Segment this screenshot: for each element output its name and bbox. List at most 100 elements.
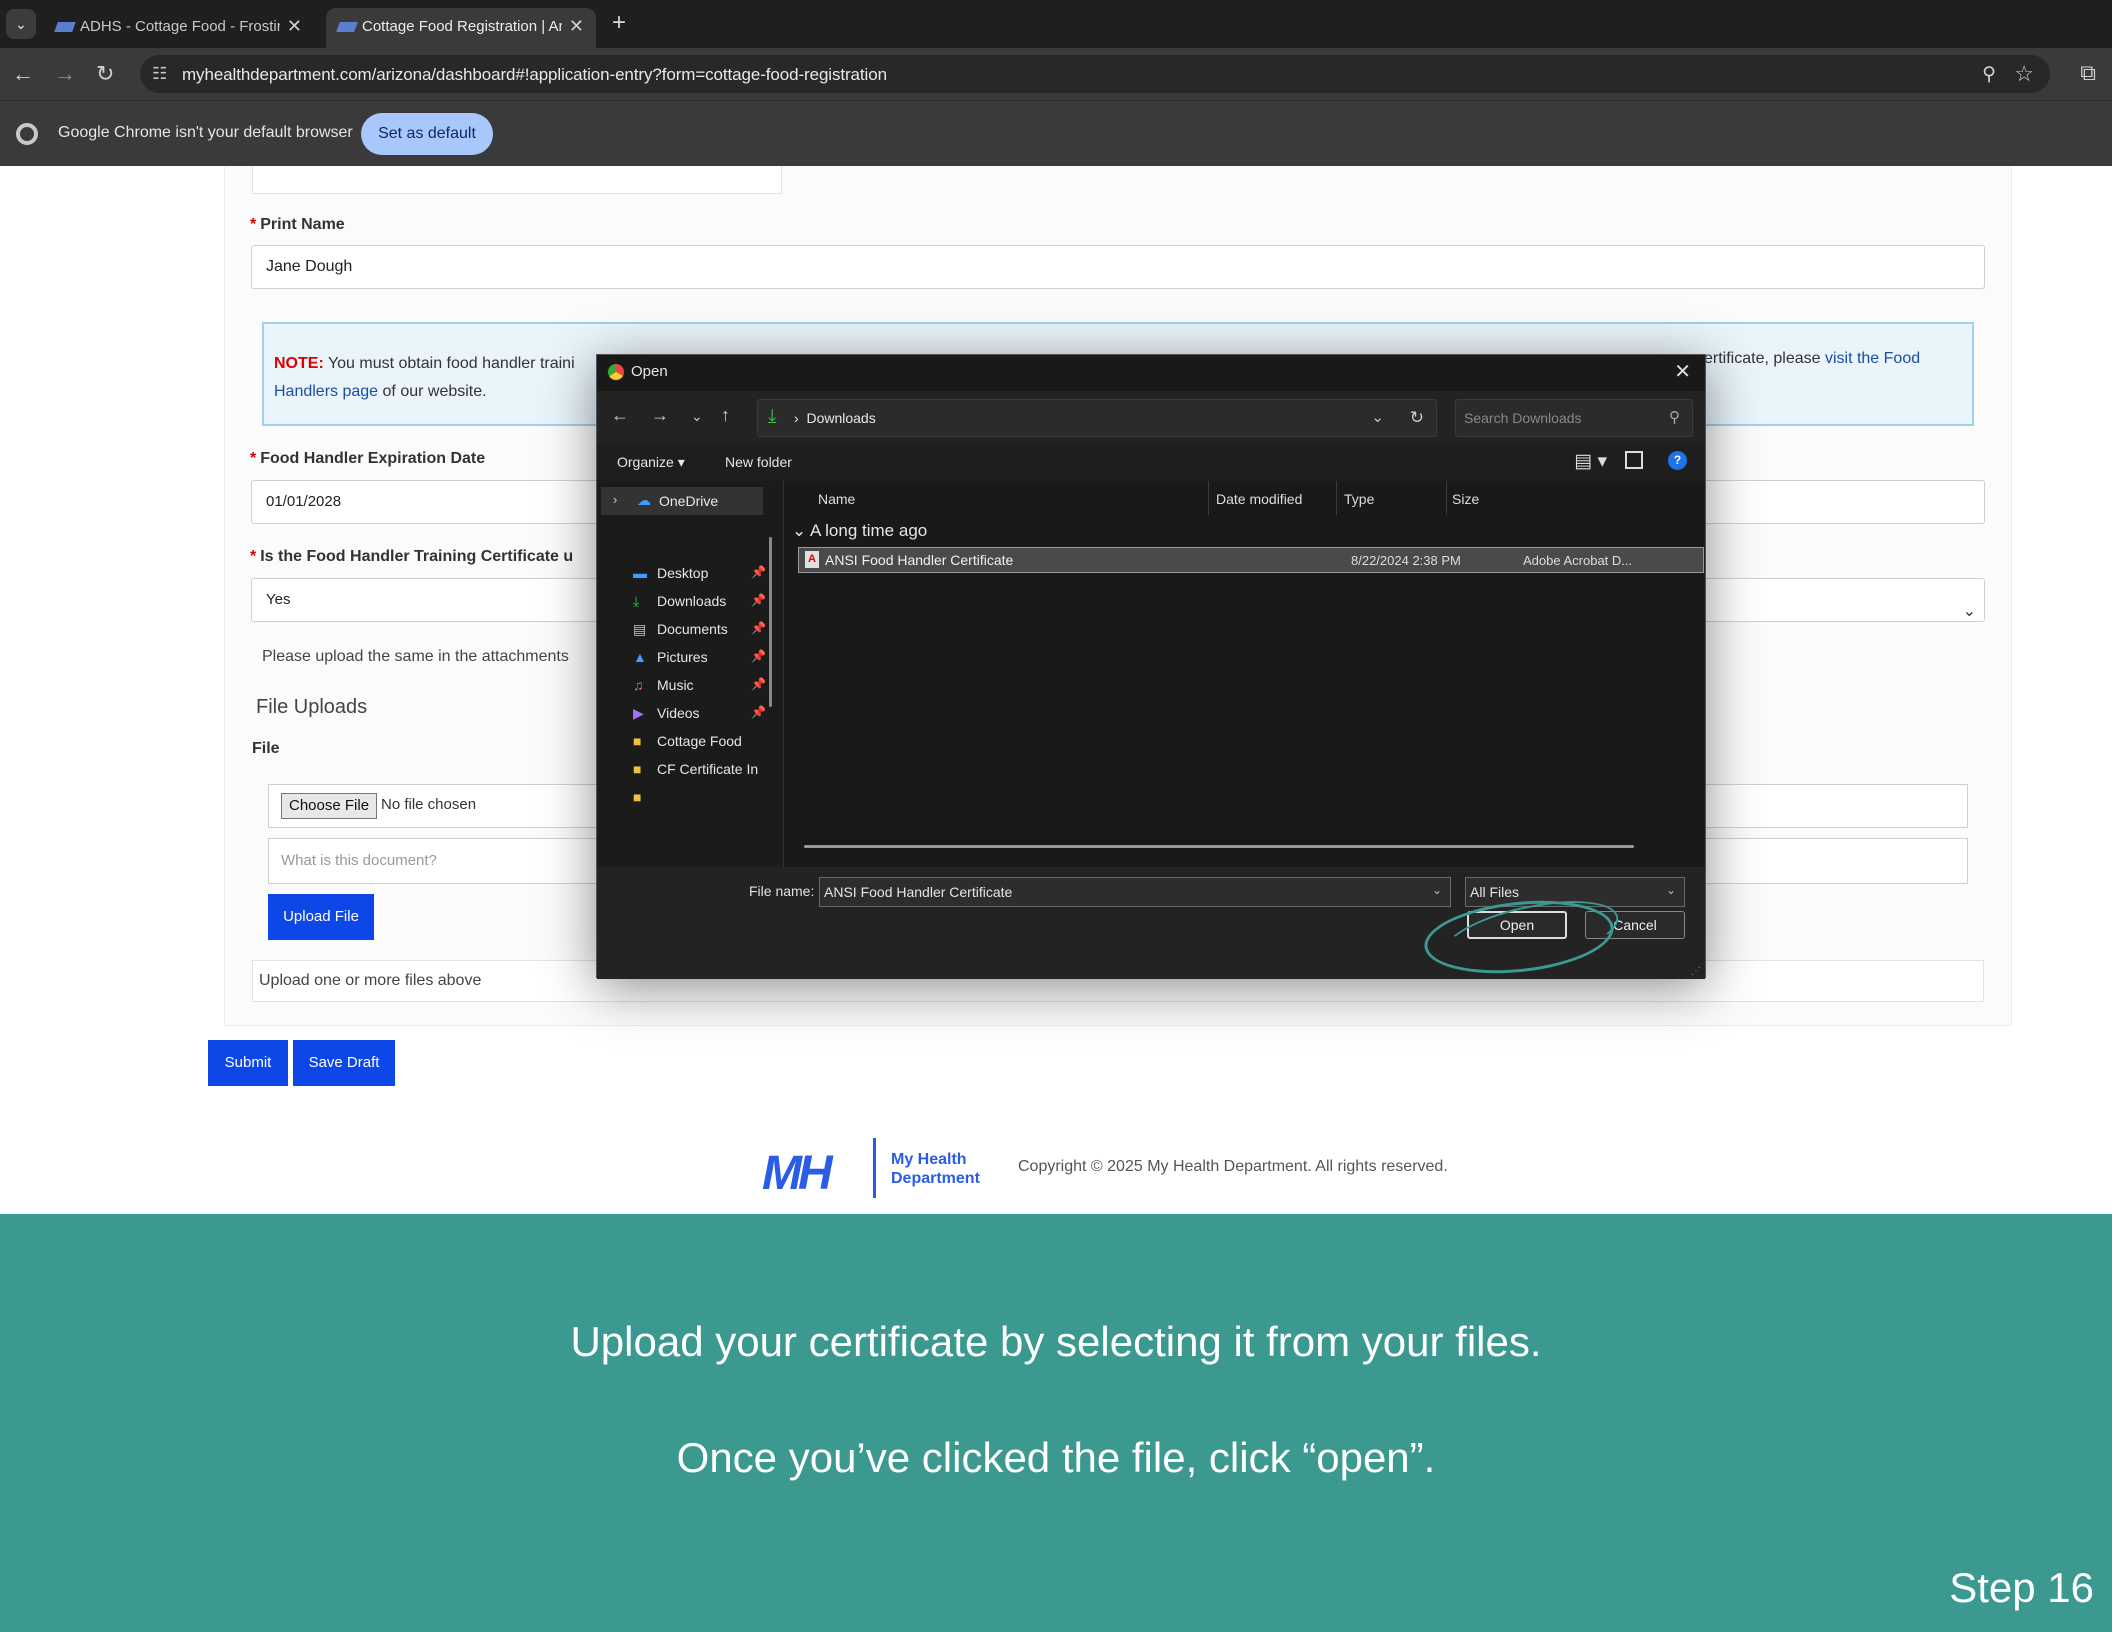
column-header-name[interactable]: Name: [818, 491, 855, 507]
visit-food-handlers-link[interactable]: visit the Food: [1825, 350, 1920, 367]
forward-arrow-icon[interactable]: →: [651, 405, 669, 426]
tab-title: ADHS - Cottage Food - Frosting: [80, 18, 280, 35]
previous-field[interactable]: [252, 166, 782, 194]
reload-icon[interactable]: ↻: [96, 61, 114, 87]
sidebar-item-desktop[interactable]: ▬ Desktop 📌: [633, 565, 783, 593]
address-bar[interactable]: ☷ myhealthdepartment.com/arizona/dashboa…: [140, 55, 2050, 93]
folder-icon: ■: [633, 733, 642, 749]
save-draft-button[interactable]: Save Draft: [293, 1040, 395, 1086]
chevron-down-icon: ⌄: [1665, 883, 1676, 897]
close-icon[interactable]: ✕: [1674, 359, 1691, 384]
forward-arrow-icon[interactable]: →: [54, 61, 76, 87]
instruction-line-2: Once you’ve clicked the file, click “ope…: [676, 1434, 1436, 1481]
pin-icon: 📌: [751, 649, 766, 663]
extensions-puzzle-icon[interactable]: ⧉: [2080, 60, 2096, 86]
tab-title: Cottage Food Registration | Ari: [362, 18, 562, 35]
pin-icon: 📌: [751, 621, 766, 635]
sidebar-item-music[interactable]: ♫ Music 📌: [633, 677, 783, 705]
column-header-size[interactable]: Size: [1452, 491, 1479, 507]
file-group-header[interactable]: ⌄ A long time ago: [792, 521, 927, 541]
file-name-input[interactable]: ANSI Food Handler Certificate ⌄: [819, 877, 1451, 907]
column-separator[interactable]: [1208, 481, 1209, 515]
close-icon[interactable]: ✕: [569, 16, 584, 37]
footer-brand-name: My Health Department: [891, 1151, 980, 1187]
expiration-date-label: * Food Handler Expiration Date: [250, 450, 486, 467]
column-separator[interactable]: [1336, 481, 1337, 515]
sidebar-item-cf-certificate[interactable]: ■ CF Certificate In: [633, 761, 783, 789]
new-folder-button[interactable]: New folder: [725, 454, 792, 470]
path-breadcrumb[interactable]: ⤓ › Downloads ⌄ ↻: [757, 399, 1437, 437]
browser-toolbar: ← → ↻ ☷ myhealthdepartment.com/arizona/d…: [0, 48, 2112, 100]
back-arrow-icon[interactable]: ←: [12, 61, 34, 87]
dialog-command-bar: Organize ▾ New folder ▤ ▾ ?: [597, 443, 1705, 481]
upload-file-button[interactable]: Upload File: [268, 894, 374, 940]
print-name-input[interactable]: Jane Dough: [251, 245, 1985, 289]
sidebar-item-cottage-food[interactable]: ■ Cottage Food: [633, 733, 783, 761]
sidebar-item-pictures[interactable]: ▲ Pictures 📌: [633, 649, 783, 677]
chevron-down-icon: ⌄: [792, 521, 811, 540]
help-icon[interactable]: ?: [1668, 451, 1687, 470]
site-info-icon[interactable]: ☷: [152, 64, 167, 84]
sidebar-item-downloads[interactable]: ⤓ Downloads 📌: [633, 593, 783, 621]
column-separator[interactable]: [1446, 481, 1447, 515]
training-certificate-question: * Is the Food Handler Training Certificat…: [250, 548, 574, 565]
up-arrow-icon[interactable]: ↑: [721, 405, 730, 426]
instruction-line-1: Upload your certificate by selecting it …: [570, 1318, 1542, 1365]
preview-pane-icon[interactable]: [1625, 451, 1643, 469]
breadcrumb-downloads[interactable]: › Downloads: [794, 410, 876, 426]
zoom-icon[interactable]: ⚲: [1982, 63, 1996, 86]
upload-same-hint: Please upload the same in the attachment…: [262, 648, 569, 665]
sidebar-item-documents[interactable]: ▤ Documents 📌: [633, 621, 783, 649]
file-list: Name Date modified Type Size ⌄ A long ti…: [783, 481, 1705, 867]
default-browser-infobar: Google Chrome isn't your default browser…: [0, 100, 2112, 166]
set-as-default-button[interactable]: Set as default: [361, 113, 493, 155]
pin-icon: 📌: [751, 677, 766, 691]
note-prefix: NOTE:: [274, 355, 324, 372]
file-name: ANSI Food Handler Certificate: [825, 552, 1014, 568]
tab-cottage-food-registration[interactable]: Cottage Food Registration | Ari ✕: [326, 8, 596, 48]
sidebar-item-videos[interactable]: ▶ Videos 📌: [633, 705, 783, 733]
choose-file-button[interactable]: Choose File: [281, 793, 378, 819]
refresh-icon[interactable]: ↻: [1410, 408, 1424, 428]
chevron-down-icon[interactable]: ⌄: [1371, 408, 1384, 426]
file-row-ansi-certificate[interactable]: A ANSI Food Handler Certificate 8/22/202…: [798, 547, 1704, 573]
chevron-down-icon[interactable]: ⌄: [1432, 883, 1442, 897]
file-label: File: [252, 740, 280, 757]
food-handlers-page-link[interactable]: Handlers page: [274, 383, 378, 400]
pin-icon: 📌: [751, 593, 766, 607]
bookmark-star-icon[interactable]: ☆: [2014, 61, 2034, 87]
sidebar-scrollbar[interactable]: [769, 537, 772, 707]
back-arrow-icon[interactable]: ←: [611, 405, 629, 426]
new-tab-button[interactable]: +: [612, 9, 626, 37]
close-icon[interactable]: ✕: [287, 16, 302, 37]
tab-search-button[interactable]: ⌄: [6, 9, 36, 39]
organize-menu[interactable]: Organize ▾: [617, 454, 685, 471]
download-icon: ⤓: [768, 406, 777, 427]
instruction-panel: Upload your certificate by selecting it …: [0, 1214, 2112, 1632]
recent-locations-icon[interactable]: ⌄: [691, 408, 703, 425]
download-icon: ⤓: [633, 593, 640, 609]
chrome-logo-icon: [607, 363, 625, 381]
url-text: myhealthdepartment.com/arizona/dashboard…: [182, 65, 887, 84]
note-text: You must obtain food handler traini: [323, 355, 575, 372]
folder-icon: ■: [633, 789, 642, 805]
search-icon: ⚲: [1669, 409, 1680, 426]
view-options-icon[interactable]: ▤ ▾: [1574, 450, 1607, 473]
sidebar-item-cut-off[interactable]: ■: [633, 789, 783, 817]
search-downloads-input[interactable]: Search Downloads ⚲: [1455, 399, 1693, 437]
expand-icon[interactable]: ›: [613, 492, 617, 507]
sidebar-item-onedrive[interactable]: › ☁ OneDrive: [601, 487, 763, 515]
column-header-type[interactable]: Type: [1344, 491, 1374, 507]
pin-icon: 📌: [751, 705, 766, 719]
tab-adhs-cottage-food[interactable]: ADHS - Cottage Food - Frosting ✕: [44, 8, 314, 48]
folder-icon: ■: [633, 761, 642, 777]
submit-button[interactable]: Submit: [208, 1040, 288, 1086]
no-file-text: No file chosen: [381, 796, 477, 813]
resize-grip-icon[interactable]: ⋰: [1691, 966, 1701, 977]
column-header-date-modified[interactable]: Date modified: [1216, 491, 1302, 507]
horizontal-scrollbar[interactable]: [804, 845, 1634, 848]
navigation-pane: › ☁ OneDrive ▬ Desktop 📌 ⤓ Downloads 📌 ▤ Docu…: [597, 481, 783, 867]
infobar-message: Google Chrome isn't your default browser: [58, 124, 353, 141]
chevron-down-icon: ⌄: [1962, 603, 1976, 620]
file-type: Adobe Acrobat D...: [1523, 553, 1633, 568]
